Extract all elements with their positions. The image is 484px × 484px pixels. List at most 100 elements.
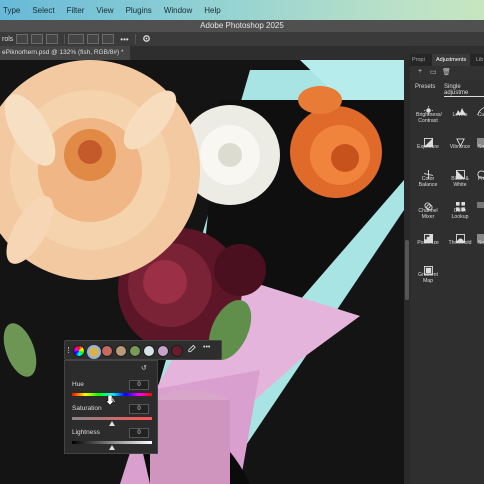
adjustment-label: Threshold — [448, 240, 472, 246]
swatch-4[interactable] — [143, 345, 155, 357]
color-wheel-icon[interactable] — [73, 345, 85, 357]
hue-label: Hue — [72, 381, 84, 388]
menu-view[interactable]: View — [96, 6, 113, 15]
lightness-slider[interactable] — [72, 441, 152, 444]
adjustment-color-balance[interactable]: Color Balance — [416, 166, 440, 188]
menu-type[interactable]: Type — [3, 6, 20, 15]
swatch-6[interactable] — [171, 345, 183, 357]
tab-libraries[interactable]: Lib — [476, 54, 483, 66]
hue-value-field[interactable]: 0 — [129, 380, 149, 390]
swatch-1[interactable] — [101, 345, 113, 357]
panel-tabs: Propi Adjustments Lib — [410, 54, 484, 66]
saturation-slider-thumb[interactable] — [109, 421, 115, 426]
scrollbar-thumb[interactable] — [405, 240, 409, 300]
adjustment-label: Sa — [477, 144, 484, 150]
adjustment-label: Levels — [452, 112, 468, 118]
tab-presets[interactable]: Presets — [415, 84, 435, 90]
threshold-icon — [455, 230, 465, 243]
collage-artwork — [0, 60, 404, 484]
menu-bar: Type Select Filter View Plugins Window H… — [0, 0, 484, 20]
menu-help[interactable]: Help — [204, 6, 220, 15]
adjustment-invert[interactable] — [476, 198, 484, 208]
adjustment-label: Gradient Map — [418, 272, 438, 284]
adjustment-label: Se — [477, 240, 484, 246]
adjustment-photo-filter[interactable]: Ph — [476, 166, 484, 182]
adjustment-channel-mixer[interactable]: Channel Mixer — [416, 198, 440, 220]
contextual-color-bar: ••• — [64, 340, 222, 360]
adjustment-subtabs: Presets Single adjustme — [410, 84, 484, 97]
swatch-2[interactable] — [115, 345, 127, 357]
adjustment-label: Brightness/ Contrast — [416, 112, 442, 124]
adjustment-threshold[interactable]: Threshold — [448, 230, 472, 246]
brightness-contrast-icon — [423, 102, 433, 115]
lightness-label: Lightness — [72, 429, 100, 436]
menu-plugins[interactable]: Plugins — [126, 6, 152, 15]
tab-single-adjustments[interactable]: Single adjustme — [444, 84, 484, 97]
selective-color-icon — [476, 230, 484, 243]
adjustment-saturation[interactable]: Sa — [476, 134, 484, 150]
menu-select[interactable]: Select — [32, 6, 54, 15]
adjustment-black-white[interactable]: Black & White — [448, 166, 472, 188]
settings-gear-icon[interactable] — [142, 34, 151, 45]
black-white-icon — [455, 166, 465, 179]
swatch-0[interactable] — [87, 345, 101, 359]
adjustment-label: Color Lookup — [451, 208, 469, 220]
divider — [64, 34, 66, 44]
swatch-3[interactable] — [129, 345, 141, 357]
distribute-horizontal-button[interactable] — [102, 34, 115, 44]
menu-window[interactable]: Window — [164, 6, 192, 15]
adjustment-selective-color[interactable]: Se — [476, 230, 484, 246]
reset-icon[interactable]: ↺ — [141, 364, 147, 372]
adjustment-exposure[interactable]: Exposure — [416, 134, 440, 150]
adjustment-curves[interactable]: Cu — [476, 102, 484, 118]
swatch-5[interactable] — [157, 345, 169, 357]
adjustment-label: Vibrance — [449, 144, 471, 150]
delete-icon[interactable]: 🗑 — [442, 68, 451, 76]
adjustment-label: Channel Mixer — [418, 208, 438, 220]
more-options-button[interactable]: ••• — [120, 35, 128, 44]
adjustment-label: Black & White — [451, 176, 469, 188]
tab-adjustments[interactable]: Adjustments — [432, 54, 471, 66]
saturation-slider[interactable] — [72, 417, 152, 420]
panel-toolbar: + ▭ 🗑 — [410, 66, 484, 80]
color-balance-icon — [423, 166, 433, 179]
distribute-vertical-button[interactable] — [87, 34, 100, 44]
divider — [134, 34, 136, 44]
add-icon[interactable]: + — [418, 68, 422, 75]
lightness-value-field[interactable]: 0 — [129, 428, 149, 438]
gradient-map-icon — [423, 262, 433, 275]
adjustment-brightness-contrast[interactable]: Brightness/ Contrast — [416, 102, 442, 124]
adjustment-color-lookup[interactable]: Color Lookup — [448, 198, 472, 220]
lightness-slider-thumb[interactable] — [109, 445, 115, 450]
levels-icon — [455, 102, 466, 115]
document-canvas[interactable] — [0, 60, 404, 484]
adjustment-posterize[interactable]: Posterize — [416, 230, 440, 246]
distribute-button[interactable] — [68, 34, 85, 44]
saturation-icon — [476, 134, 484, 147]
adjustment-label: Posterize — [417, 240, 439, 246]
adjustment-label: Cu — [477, 112, 484, 118]
drag-handle[interactable] — [68, 347, 71, 353]
align-left-button[interactable] — [16, 34, 29, 44]
posterize-icon — [423, 230, 433, 243]
folder-icon[interactable]: ▭ — [430, 68, 437, 76]
menu-filter[interactable]: Filter — [67, 6, 85, 15]
adjustment-gradient-map[interactable]: Gradient Map — [416, 262, 440, 284]
invert-icon — [476, 198, 484, 208]
align-center-button[interactable] — [31, 34, 44, 44]
adjustment-levels[interactable]: Levels — [448, 102, 472, 118]
exposure-icon — [423, 134, 433, 147]
document-tab[interactable]: ePiknorhern.psd @ 132% (fish, RGB/8#) * — [0, 46, 130, 60]
adjustment-vibrance[interactable]: Vibrance — [448, 134, 472, 150]
eyedropper-icon[interactable] — [187, 344, 196, 356]
saturation-value-field[interactable]: 0 — [129, 404, 149, 414]
mouse-cursor-icon — [105, 392, 115, 410]
align-right-button[interactable] — [46, 34, 59, 44]
options-label: rols — [2, 35, 14, 43]
color-lookup-icon — [455, 198, 465, 211]
more-options-icon[interactable]: ••• — [203, 344, 210, 351]
adjustment-label: Ph — [477, 176, 484, 182]
tab-properties[interactable]: Propi — [412, 54, 425, 66]
curves-icon — [476, 102, 484, 116]
channel-mixer-icon — [423, 198, 433, 211]
